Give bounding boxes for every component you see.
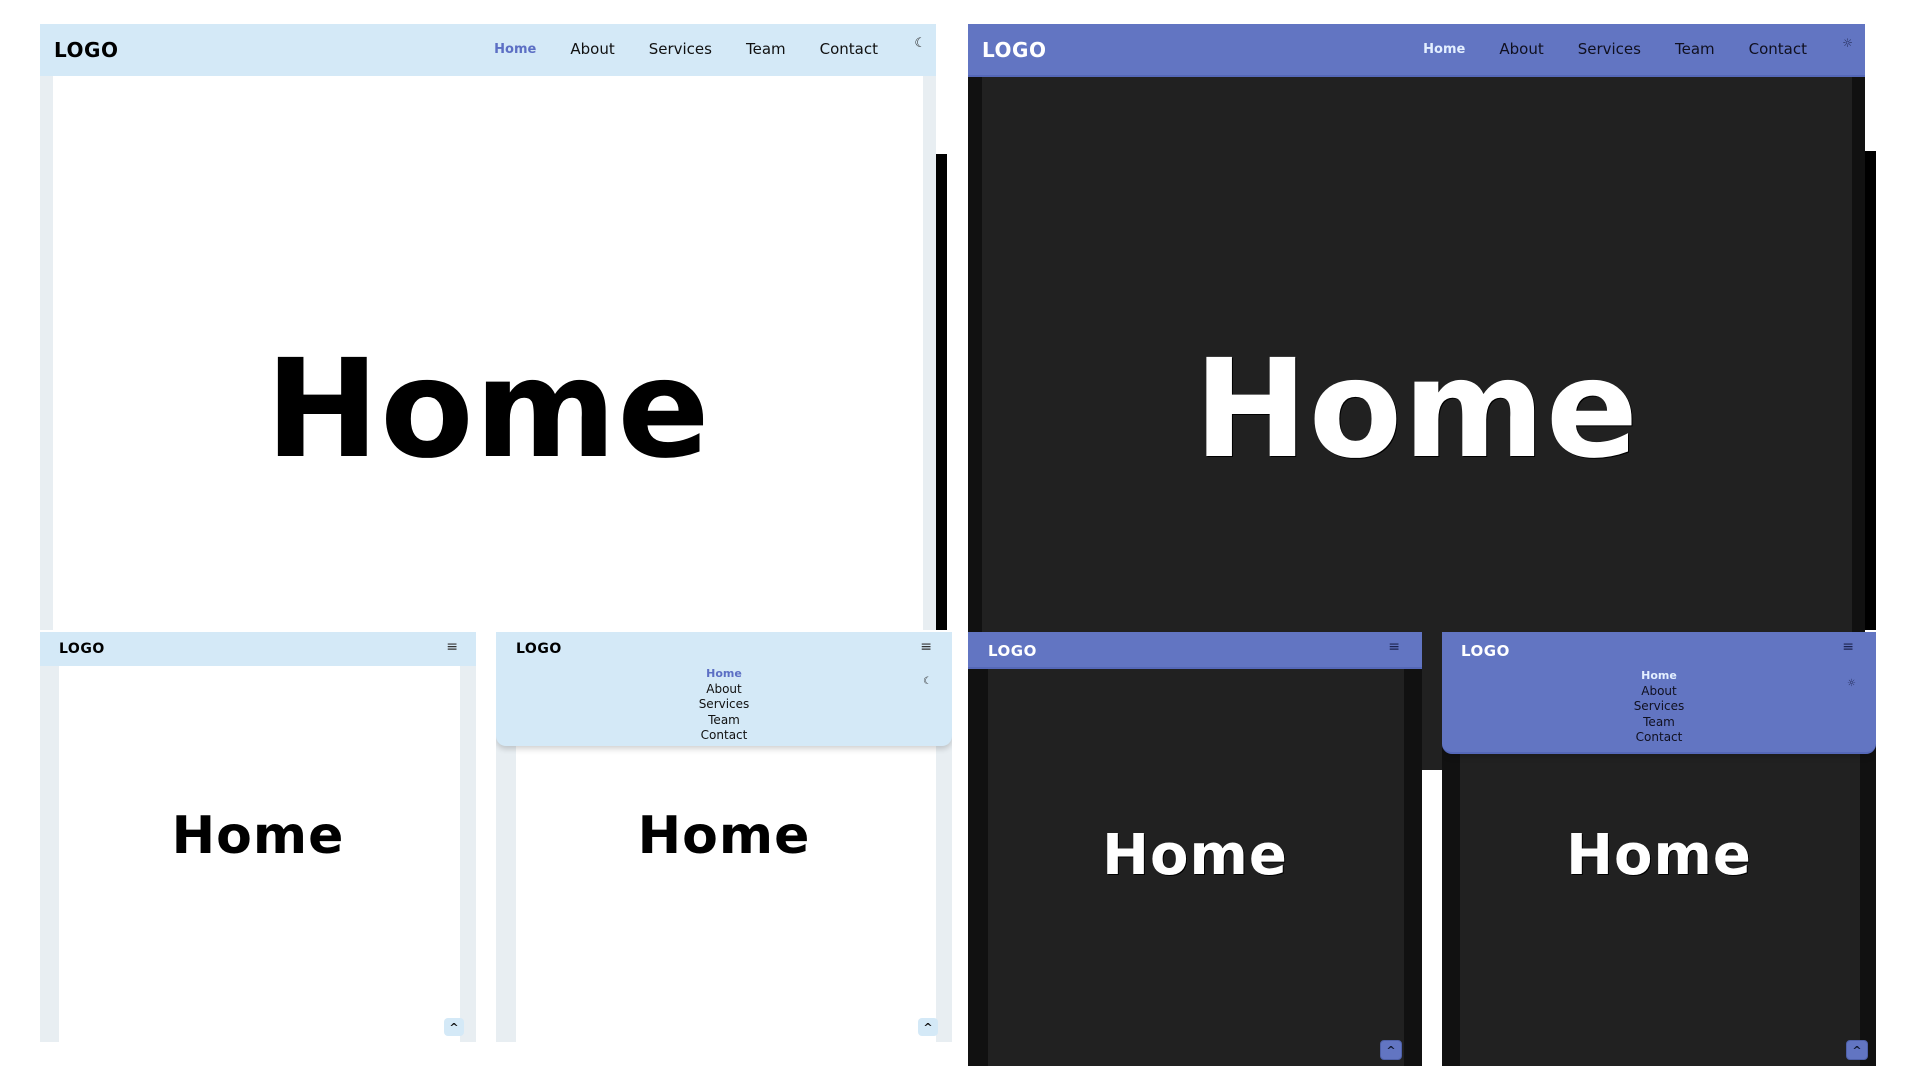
nav-services[interactable]: Services xyxy=(699,697,750,713)
nav-team[interactable]: Team xyxy=(708,713,740,729)
nav-links: Home About Services Team Contact xyxy=(1423,40,1807,58)
nav-links: Home About Services Team Contact xyxy=(494,40,878,58)
sun-icon[interactable]: ☼ xyxy=(1847,678,1856,689)
nav-about[interactable]: About xyxy=(570,40,614,58)
navbar: LOGO Home About Services Team Contact ☼ xyxy=(968,24,1865,77)
mobile-nav-links: Home About Services Team Contact xyxy=(496,666,952,744)
divider-strip xyxy=(1422,770,1442,1070)
logo[interactable]: LOGO xyxy=(1461,642,1510,660)
light-mobile-preview: LOGO ≡ Home ^ xyxy=(40,632,476,1042)
moon-icon[interactable]: ☾ xyxy=(914,36,926,51)
navbar: LOGO ≡ xyxy=(40,632,476,666)
left-gutter xyxy=(40,24,53,630)
logo[interactable]: LOGO xyxy=(988,642,1037,660)
nav-contact[interactable]: Contact xyxy=(701,728,748,744)
nav-services[interactable]: Services xyxy=(649,40,712,58)
navbar-expanded: LOGO ≡ Home About Services Team Contact … xyxy=(496,632,952,746)
right-gutter xyxy=(923,24,936,630)
moon-icon[interactable]: ☾ xyxy=(923,676,932,687)
nav-services[interactable]: Services xyxy=(1634,699,1685,715)
scroll-to-top-button[interactable]: ^ xyxy=(1846,1040,1868,1060)
scrollbar[interactable] xyxy=(936,24,947,630)
scroll-to-top-button[interactable]: ^ xyxy=(1380,1040,1402,1060)
mobile-nav-links: Home About Services Team Contact xyxy=(1442,668,1876,746)
nav-services[interactable]: Services xyxy=(1578,40,1641,58)
nav-about[interactable]: About xyxy=(706,682,741,698)
scrollbar[interactable] xyxy=(1865,24,1876,630)
logo[interactable]: LOGO xyxy=(54,38,118,62)
sun-icon[interactable]: ☼ xyxy=(1842,36,1853,50)
menu-icon[interactable]: ≡ xyxy=(1388,640,1400,654)
nav-contact[interactable]: Contact xyxy=(1749,40,1807,58)
nav-home[interactable]: Home xyxy=(1423,42,1465,57)
nav-contact[interactable]: Contact xyxy=(820,40,878,58)
scrollbar-thumb[interactable] xyxy=(1865,151,1876,630)
light-mobile-menu-preview: LOGO ≡ Home About Services Team Contact … xyxy=(496,632,952,1042)
menu-icon[interactable]: ≡ xyxy=(920,640,932,654)
logo[interactable]: LOGO xyxy=(982,38,1046,62)
dark-mobile-menu-preview: LOGO ≡ Home About Services Team Contact … xyxy=(1442,632,1876,1066)
logo[interactable]: LOGO xyxy=(516,641,562,657)
nav-team[interactable]: Team xyxy=(1675,40,1715,58)
navbar-expanded: LOGO ≡ Home About Services Team Contact … xyxy=(1442,632,1876,754)
nav-team[interactable]: Team xyxy=(1643,715,1675,731)
scroll-to-top-button[interactable]: ^ xyxy=(444,1018,464,1036)
nav-home[interactable]: Home xyxy=(1641,668,1677,684)
hero-title: Home xyxy=(265,331,711,489)
nav-about[interactable]: About xyxy=(1499,40,1543,58)
nav-about[interactable]: About xyxy=(1641,684,1676,700)
hero-title: Home xyxy=(1193,331,1640,489)
menu-icon[interactable]: ≡ xyxy=(1842,640,1854,654)
hero-title: Home xyxy=(637,806,811,866)
nav-home[interactable]: Home xyxy=(494,42,536,57)
logo[interactable]: LOGO xyxy=(59,641,105,657)
menu-icon[interactable]: ≡ xyxy=(446,640,458,654)
navbar: LOGO ≡ xyxy=(968,632,1422,669)
nav-home[interactable]: Home xyxy=(706,666,742,682)
dark-mobile-preview: LOGO ≡ Home ^ xyxy=(968,632,1422,1066)
scrollbar-thumb[interactable] xyxy=(936,154,947,630)
nav-team[interactable]: Team xyxy=(746,40,786,58)
light-desktop-preview: LOGO Home About Services Team Contact ☾ … xyxy=(40,24,936,630)
navbar: LOGO Home About Services Team Contact ☾ xyxy=(40,24,936,76)
scroll-to-top-button[interactable]: ^ xyxy=(918,1018,938,1036)
hero-title: Home xyxy=(1102,823,1288,888)
hero-title: Home xyxy=(171,806,345,866)
hero-title: Home xyxy=(1566,823,1752,888)
nav-contact[interactable]: Contact xyxy=(1636,730,1683,746)
